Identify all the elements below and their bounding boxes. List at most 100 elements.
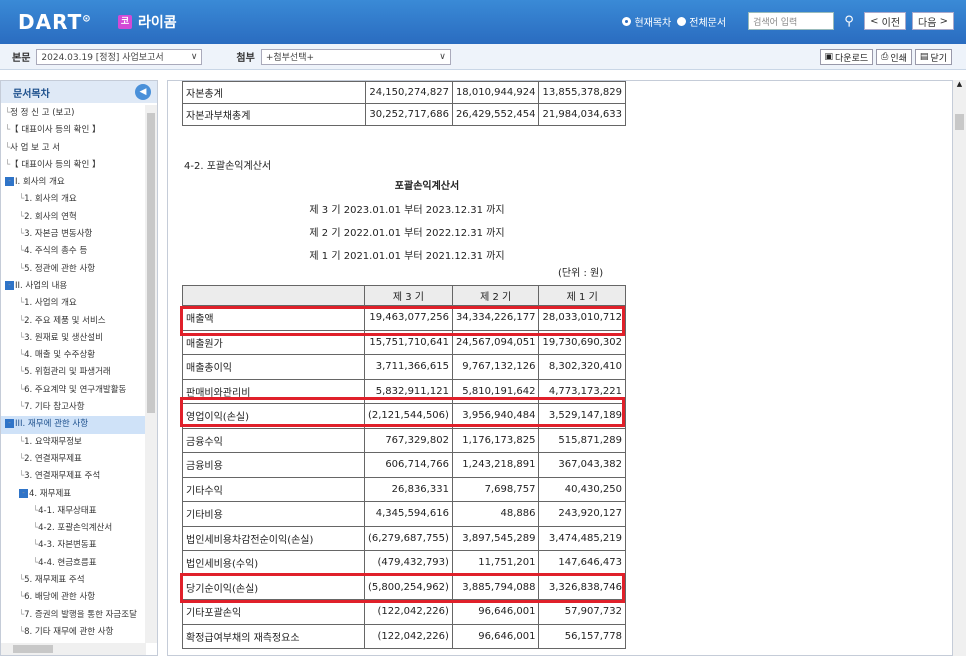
table-cell: 57,907,732 <box>538 599 626 625</box>
sidebar-item[interactable]: └정 정 신 고 (보고) <box>1 105 146 122</box>
doc-select[interactable]: 2024.03.19 [정정] 사업보고서 ∨ <box>36 48 203 65</box>
top-header: DART⊙ 코 라이콤 현재목차 전체문서 검색어 입력 ⚲ < 이전 다음 > <box>0 0 966 44</box>
print-button[interactable]: ⎙ 인쇄 <box>876 49 912 65</box>
table-cell: 11,751,201 <box>451 550 540 576</box>
sidebar-item-label: 7. 증권의 발행을 통한 자금조달 <box>24 609 137 620</box>
table-cell: 3,897,545,289 <box>451 525 540 551</box>
column-header: 제 3 기 <box>363 285 453 306</box>
table-cell: 367,043,382 <box>538 452 626 478</box>
collapse-sidebar-icon[interactable]: ◀ <box>135 84 151 100</box>
sidebar-item[interactable]: - I. 회사의 개요 <box>1 174 146 191</box>
sidebar-item-label: III. 재무에 관한 사항 <box>15 419 89 430</box>
download-button[interactable]: ▣ 다운로드 <box>819 49 874 65</box>
sidebar-item-label: 2. 연결재무제표 <box>24 453 82 464</box>
highlight-box <box>180 306 625 336</box>
dart-logo[interactable]: DART⊙ <box>18 10 92 34</box>
sidebar-item[interactable]: └5. 정관에 관한 사항 <box>1 261 146 278</box>
sidebar-item[interactable]: └7. 기타 참고사항 <box>1 399 146 416</box>
table-cell: 법인세비용(수익) <box>182 550 365 576</box>
radio-all-docs[interactable]: 전체문서 <box>677 14 726 29</box>
sidebar-item[interactable]: -4. 재무제표 <box>1 486 146 503</box>
table-cell: 18,010,944,924 <box>451 81 540 104</box>
sidebar-item[interactable]: └4-2. 포괄손익계산서 <box>1 520 146 537</box>
sidebar-item-label: 1. 회사의 개요 <box>24 194 77 205</box>
search-input[interactable]: 검색어 입력 <box>748 12 835 30</box>
sidebar-item[interactable]: └【 대표이사 등의 확인 】 <box>1 157 146 174</box>
document-scrollbar[interactable]: ▲ <box>953 80 966 656</box>
collapse-icon: - <box>5 280 14 290</box>
scroll-thumb[interactable] <box>147 113 155 413</box>
table-cell: 4,345,594,616 <box>363 501 453 527</box>
radio-icon <box>677 16 687 26</box>
sidebar-item[interactable]: - II. 사업의 내용 <box>1 278 146 295</box>
sidebar-item[interactable]: └4-1. 재무상태표 <box>1 503 146 520</box>
table-cell: 3,474,485,219 <box>538 525 626 551</box>
scroll-up-icon[interactable]: ▲ <box>953 80 966 88</box>
balance-table: 자본총계 24,150,274,827 18,010,944,924 13,855,3… <box>181 81 626 126</box>
search-icon[interactable]: ⚲ <box>840 12 858 30</box>
sidebar-scrollbar[interactable] <box>145 105 157 643</box>
table-cell: 3,711,366,615 <box>363 354 453 380</box>
sidebar-item-label: 4. 주식의 총수 등 <box>24 246 88 257</box>
table-row: 법인세비용차감전순이익(손실) (6,279,687,755) 3,897,545,… <box>182 525 626 551</box>
sidebar-item[interactable]: └2. 주요 제품 및 서비스 <box>1 313 146 330</box>
period-line: 제 1 기 2021.01.01 부터 2021.12.31 까지 <box>309 251 505 262</box>
table-cell: 24,150,274,827 <box>365 81 453 104</box>
close-button[interactable]: ▤ 닫기 <box>914 49 952 65</box>
sidebar-item[interactable]: └1. 사업의 개요 <box>1 295 146 312</box>
table-cell: 56,157,778 <box>538 623 626 649</box>
statement-title: 포괄손익계산서 <box>394 181 460 192</box>
table-cell: 21,984,034,633 <box>538 103 626 126</box>
table-cell: 기타비용 <box>182 501 365 527</box>
sidebar-item[interactable]: └3. 원재료 및 생산설비 <box>1 330 146 347</box>
sidebar-item[interactable]: └4-3. 자본변동표 <box>1 537 146 554</box>
sidebar-item[interactable]: └7. 증권의 발행을 통한 자금조달 <box>1 607 146 624</box>
table-cell: (122,042,226) <box>363 623 453 649</box>
sidebar-h-scrollbar[interactable] <box>1 643 146 655</box>
sidebar-item[interactable]: └2. 회사의 연혁 <box>1 209 146 226</box>
sidebar-item[interactable]: └4. 매출 및 수주상황 <box>1 347 146 364</box>
highlight-box <box>180 573 625 603</box>
sidebar-item[interactable]: └4-4. 현금흐름표 <box>1 555 146 572</box>
sidebar-item[interactable]: └5. 재무제표 주석 <box>1 572 146 589</box>
table-header-row: 제 3 기제 2 기제 1 기 <box>182 285 626 306</box>
sidebar-item[interactable]: └8. 기타 재무에 관한 사항 <box>1 624 146 641</box>
sidebar-item[interactable]: └1. 회사의 개요 <box>1 191 146 208</box>
toc-tree: └정 정 신 고 (보고) └【 대표이사 등의 확인 】 └사 업 보 고 서 └【… <box>1 105 146 643</box>
period-line: 제 3 기 2023.01.01 부터 2023.12.31 까지 <box>309 205 505 216</box>
table-cell: 1,176,173,825 <box>451 427 540 453</box>
table-row: 자본총계 24,150,274,827 18,010,944,924 13,855,3… <box>181 81 626 104</box>
table-cell: 법인세비용차감전순이익(손실) <box>182 525 365 551</box>
sidebar-item[interactable]: └사 업 보 고 서 <box>1 140 146 157</box>
attach-label: 첨부 <box>236 53 255 64</box>
sidebar-item[interactable]: └2. 연결재무제표 <box>1 451 146 468</box>
table-cell: (6,279,687,755) <box>363 525 453 551</box>
table-row: 확정급여부채의 재측정요소 (122,042,226) 96,646,001 56,1… <box>182 623 626 649</box>
table-cell: 515,871,289 <box>538 427 626 453</box>
sidebar-item[interactable]: └5. 위험관리 및 파생거래 <box>1 364 146 381</box>
next-button[interactable]: 다음 > <box>912 12 954 30</box>
column-header: 제 1 기 <box>538 285 626 306</box>
prev-button[interactable]: < 이전 <box>864 12 907 30</box>
sidebar-item[interactable]: └6. 주요계약 및 연구개발활동 <box>1 382 146 399</box>
sidebar-item[interactable]: └6. 배당에 관한 사항 <box>1 589 146 606</box>
sidebar-item-label: 3. 연결재무제표 주석 <box>24 471 101 482</box>
sidebar-item-label: 【 대표이사 등의 확인 】 <box>10 159 101 170</box>
sidebar-item[interactable]: └3. 자본금 변동사항 <box>1 226 146 243</box>
table-row: 기타수익 26,836,331 7,698,757 40,430,250 <box>182 476 626 502</box>
scroll-thumb[interactable] <box>955 114 964 130</box>
sidebar-title: 문서목차 <box>1 81 157 103</box>
sidebar-item[interactable]: └3. 연결재무제표 주석 <box>1 468 146 485</box>
attach-select[interactable]: +첨부선택+ ∨ <box>260 48 451 65</box>
unit-label: (단위 : 원) <box>558 268 604 279</box>
period-line: 제 2 기 2022.01.01 부터 2022.12.31 까지 <box>309 228 505 239</box>
sidebar-item[interactable]: └4. 주식의 총수 등 <box>1 243 146 260</box>
sidebar-item[interactable]: └1. 요약재무정보 <box>1 434 146 451</box>
sidebar-item[interactable]: └【 대표이사 등의 확인 】 <box>1 122 146 139</box>
sidebar-item-label: 7. 기타 참고사항 <box>24 402 85 413</box>
download-icon: ▣ <box>824 52 834 62</box>
sidebar-item[interactable]: - III. 재무에 관한 사항 <box>1 416 146 434</box>
table-cell: 1,243,218,891 <box>451 452 540 478</box>
radio-current-toc[interactable]: 현재목차 <box>622 14 671 29</box>
scroll-thumb[interactable] <box>13 645 53 653</box>
